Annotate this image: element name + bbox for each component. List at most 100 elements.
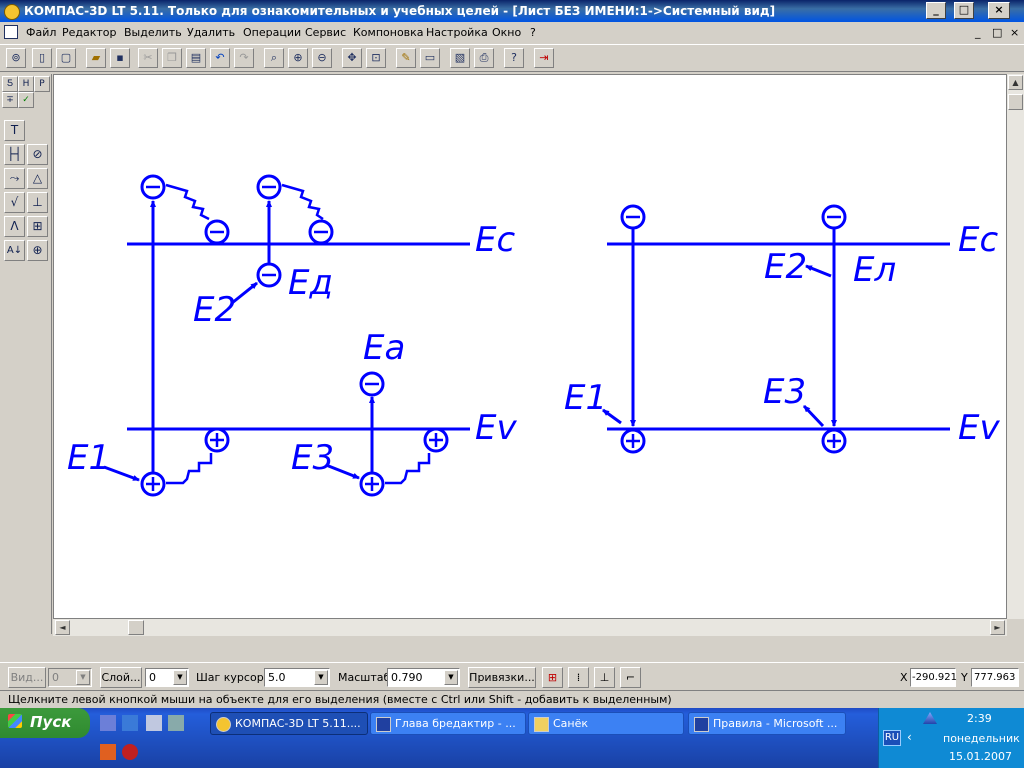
minimize-button[interactable]: _ bbox=[926, 2, 946, 19]
props-icon[interactable]: ▭ bbox=[420, 48, 440, 68]
paste-icon[interactable]: ▤ bbox=[186, 48, 206, 68]
menu-delete[interactable]: Удалить bbox=[187, 26, 235, 39]
mdi-restore-button[interactable]: □ bbox=[992, 26, 1002, 39]
tool-diameter-dim[interactable]: ⊘ bbox=[27, 144, 48, 165]
palette-tab-dimensions[interactable]: H bbox=[18, 76, 34, 92]
menu-window[interactable]: Окно bbox=[492, 26, 521, 39]
task-word-rules[interactable]: Правила - Microsoft ... bbox=[688, 712, 846, 735]
ortho-icon[interactable]: ⊥ bbox=[594, 667, 615, 688]
task-folder[interactable]: Санёк bbox=[528, 712, 684, 735]
menu-service[interactable]: Сервис bbox=[305, 26, 346, 39]
zoom-out-icon[interactable]: ⊖ bbox=[312, 48, 332, 68]
task-kompas[interactable]: КОМПАС-3D LT 5.11.... bbox=[210, 712, 368, 735]
save-icon[interactable]: ▪ bbox=[110, 48, 130, 68]
menu-layout[interactable]: Компоновка bbox=[353, 26, 424, 39]
desktop-icon[interactable] bbox=[100, 715, 116, 731]
tool-triangle[interactable]: △ bbox=[27, 168, 48, 189]
title-bar[interactable]: КОМПАС-3D LT 5.11. Только для ознакомите… bbox=[0, 0, 1024, 22]
layer-select[interactable]: 0 ▼ bbox=[145, 668, 189, 687]
scroll-right-button[interactable]: ► bbox=[990, 620, 1005, 635]
chevron-down-icon[interactable]: ▼ bbox=[444, 670, 458, 685]
view-select[interactable]: 0 ▼ bbox=[48, 668, 92, 687]
zoom-in-icon[interactable]: ⊕ bbox=[288, 48, 308, 68]
menu-select[interactable]: Выделить bbox=[124, 26, 182, 39]
grid-icon[interactable]: ⁞ bbox=[568, 667, 589, 688]
tool-base[interactable]: ⊥ bbox=[27, 192, 48, 213]
tool-tolerance[interactable]: ⊞ bbox=[27, 216, 48, 237]
menu-help[interactable]: ? bbox=[530, 26, 536, 39]
scroll-left-button[interactable]: ◄ bbox=[55, 620, 70, 635]
scroll-up-button[interactable]: ▲ bbox=[1008, 75, 1023, 90]
close-button[interactable]: × bbox=[988, 2, 1010, 19]
help-icon[interactable]: ? bbox=[504, 48, 524, 68]
left-label-ed: Eд bbox=[288, 263, 333, 303]
network-icon[interactable] bbox=[923, 712, 937, 724]
zoom-window-icon[interactable]: ⌕ bbox=[264, 48, 284, 68]
menu-file[interactable]: Файл bbox=[26, 26, 56, 39]
document-icon[interactable] bbox=[4, 25, 18, 39]
print-icon[interactable]: ⎙ bbox=[474, 48, 494, 68]
edit-icon[interactable]: ✎ bbox=[396, 48, 416, 68]
task-word-glava[interactable]: Глава бредактир - ... bbox=[370, 712, 526, 735]
local-cs-icon[interactable]: ⌐ bbox=[620, 667, 641, 688]
palette-tab-geometry[interactable]: Ƽ bbox=[2, 76, 18, 92]
palette-tab-parameters[interactable]: P bbox=[34, 76, 50, 92]
y-coord-field[interactable]: 777.963 bbox=[971, 668, 1019, 687]
quick-launch-icon[interactable] bbox=[168, 715, 184, 731]
right-e3-arrow bbox=[802, 404, 825, 428]
start-button[interactable]: Пуск bbox=[0, 708, 90, 738]
chevron-down-icon[interactable]: ▼ bbox=[76, 670, 90, 685]
scale-select[interactable]: 0.790 ▼ bbox=[387, 668, 460, 687]
tool-leader[interactable]: ⤳ bbox=[4, 168, 25, 189]
tool-center[interactable]: ⊕ bbox=[27, 240, 48, 261]
menu-operations[interactable]: Операции bbox=[243, 26, 301, 39]
zoom-fit-icon[interactable]: ⊡ bbox=[366, 48, 386, 68]
copy-icon[interactable]: ❐ bbox=[162, 48, 182, 68]
horizontal-scroll-thumb[interactable] bbox=[128, 620, 144, 635]
new-fragment-icon[interactable]: ▢ bbox=[56, 48, 76, 68]
left-label-ev: Ev bbox=[475, 408, 517, 448]
open-icon[interactable]: ▰ bbox=[86, 48, 106, 68]
tool-roughness[interactable]: √ bbox=[4, 192, 25, 213]
grid-snap-icon[interactable]: ⊞ bbox=[542, 667, 563, 688]
vertical-scroll-thumb[interactable] bbox=[1008, 94, 1023, 110]
exit-icon[interactable]: ⇥ bbox=[534, 48, 554, 68]
new-file-icon[interactable]: ⊚ bbox=[6, 48, 26, 68]
undo-icon[interactable]: ↶ bbox=[210, 48, 230, 68]
tray-expand-icon[interactable]: ‹ bbox=[907, 730, 912, 744]
cursor-step-select[interactable]: 5.0 ▼ bbox=[264, 668, 330, 687]
menu-editor[interactable]: Редактор bbox=[62, 26, 117, 39]
horizontal-scrollbar[interactable]: ◄ ► bbox=[53, 619, 1007, 636]
mdi-minimize-button[interactable]: _ bbox=[975, 26, 981, 39]
cut-icon[interactable]: ✂ bbox=[138, 48, 158, 68]
tool-angle[interactable]: Λ bbox=[4, 216, 25, 237]
hint-bar: Щелкните левой кнопкой мыши на объекте д… bbox=[0, 690, 1024, 709]
layer-button[interactable]: Слой... bbox=[100, 667, 142, 688]
mdi-close-button[interactable]: × bbox=[1010, 26, 1019, 39]
palette-tab-measure[interactable]: ✓ bbox=[18, 92, 34, 108]
maximize-button[interactable]: □ bbox=[954, 2, 974, 19]
quick-launch-icon[interactable] bbox=[122, 715, 138, 731]
drawing-canvas[interactable]: Ec Eд E2 Ea Ev E1 E3 Ec E2 Eл E3 E1 Ev bbox=[53, 74, 1007, 619]
snaps-button[interactable]: Привязки... bbox=[468, 667, 536, 688]
print-preview-icon[interactable]: ▧ bbox=[450, 48, 470, 68]
menu-settings[interactable]: Настройка bbox=[426, 26, 488, 39]
computer-icon[interactable] bbox=[146, 715, 162, 731]
tool-text[interactable]: T bbox=[4, 120, 25, 141]
tool-position[interactable]: A↓ bbox=[4, 240, 25, 261]
clock-time[interactable]: 2:39 bbox=[967, 712, 992, 725]
language-indicator[interactable]: RU bbox=[883, 730, 901, 746]
chevron-down-icon[interactable]: ▼ bbox=[173, 670, 187, 685]
quick-launch-icon[interactable] bbox=[122, 744, 138, 760]
tool-linear-dim[interactable]: ├┤ bbox=[4, 144, 25, 165]
quick-launch-icon[interactable] bbox=[100, 744, 116, 760]
view-button[interactable]: Вид... bbox=[8, 667, 46, 688]
x-coord-field[interactable]: -290.921 bbox=[910, 668, 957, 687]
clock-day: понедельник bbox=[943, 732, 1020, 745]
new-sheet-icon[interactable]: ▯ bbox=[32, 48, 52, 68]
pan-icon[interactable]: ✥ bbox=[342, 48, 362, 68]
chevron-down-icon[interactable]: ▼ bbox=[314, 670, 328, 685]
vertical-scrollbar[interactable]: ▲ bbox=[1007, 74, 1024, 619]
redo-icon[interactable]: ↷ bbox=[234, 48, 254, 68]
palette-tab-edit[interactable]: ∓ bbox=[2, 92, 18, 108]
